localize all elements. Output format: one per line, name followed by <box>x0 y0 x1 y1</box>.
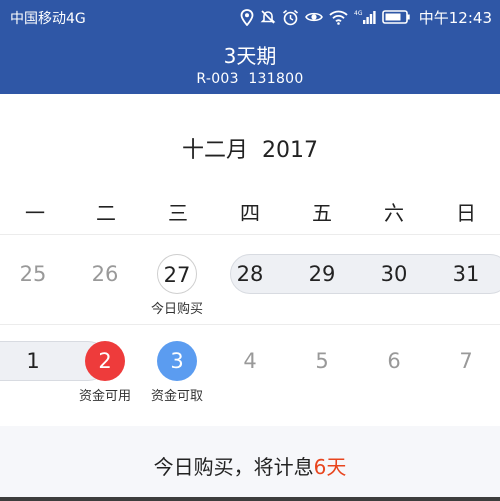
calendar-day[interactable]: 29 <box>286 244 358 304</box>
day-number: 27 <box>157 254 197 294</box>
mute-icon <box>260 10 276 24</box>
weekday-label: 三 <box>168 201 188 225</box>
interest-days: 6天 <box>313 455 347 479</box>
month-title: 十二月 2017 <box>0 132 500 164</box>
calendar-day[interactable]: 5 <box>286 331 358 391</box>
battery-icon <box>381 10 410 24</box>
calendar-day[interactable]: 31 <box>430 244 500 304</box>
day-number: 2 <box>85 341 125 381</box>
location-icon <box>240 8 254 26</box>
bottom-edge <box>0 497 500 501</box>
day-number: 7 <box>459 349 473 373</box>
calendar-day[interactable]: 28 <box>214 244 286 304</box>
day-number: 26 <box>91 262 119 286</box>
weekday-label: 一 <box>25 201 45 225</box>
weekday-label: 日 <box>456 201 476 225</box>
purchase-today-caption: 今日购买 <box>150 302 203 317</box>
calendar-week-2: 1 2 资金可用 3 资金可取 4 5 6 7 <box>0 331 500 404</box>
app-header: 中国移动4G 4G 中午12:43 3天期 R-003 131800 <box>0 0 500 94</box>
month-label: 十二月 <box>181 138 248 163</box>
product-amount: 131800 <box>248 71 304 87</box>
weekday-label: 四 <box>240 201 260 225</box>
calendar-day[interactable]: 4 <box>214 331 286 391</box>
day-number: 5 <box>315 349 329 373</box>
calendar-day[interactable]: 6 <box>358 331 430 391</box>
network-type-label: 4G <box>354 10 363 17</box>
calendar-day[interactable]: 7 <box>430 331 500 391</box>
calendar-day-funds-withdrawable[interactable]: 3 资金可取 <box>141 331 213 404</box>
page-title: 3天期 <box>223 44 277 68</box>
divider <box>0 324 500 325</box>
eye-icon <box>304 12 323 22</box>
status-time: 中午12:43 <box>418 8 492 27</box>
day-number: 29 <box>308 262 336 286</box>
day-number: 30 <box>380 262 408 286</box>
weekday-label: 二 <box>96 201 116 225</box>
day-number: 6 <box>387 349 401 373</box>
interest-summary-text: 今日购买，将计息6天 <box>0 451 500 480</box>
weekday-label: 六 <box>384 201 404 225</box>
divider <box>0 234 500 235</box>
calendar-day[interactable]: 26 <box>69 244 141 304</box>
interest-summary-bar: 今日购买，将计息6天 <box>0 426 500 501</box>
calendar-week-1: 25 26 27 今日购买 28 29 30 31 <box>0 244 500 317</box>
calendar-day-today[interactable]: 27 今日购买 <box>141 244 213 317</box>
day-number: 31 <box>452 262 480 286</box>
funds-withdrawable-caption: 资金可取 <box>150 389 203 404</box>
status-icons: 4G 中午12:43 <box>240 6 492 28</box>
year-label: 2017 <box>262 138 318 163</box>
calendar-day[interactable]: 30 <box>358 244 430 304</box>
calendar-day-funds-available[interactable]: 2 资金可用 <box>69 331 141 404</box>
calendar-day[interactable]: 1 <box>0 331 69 391</box>
day-number: 4 <box>243 349 257 373</box>
day-number: 3 <box>157 341 197 381</box>
product-code: R-003 <box>196 71 239 87</box>
weekday-label: 五 <box>312 201 332 225</box>
wifi-icon <box>329 10 348 25</box>
day-number: 1 <box>26 349 40 373</box>
interest-summary-prefix: 今日购买，将计息 <box>153 455 314 479</box>
carrier-label: 中国移动4G <box>10 11 86 27</box>
alarm-icon <box>282 9 298 25</box>
calendar-day[interactable]: 25 <box>0 244 69 304</box>
status-bar: 中国移动4G 4G 中午12:43 <box>0 0 500 34</box>
signal-icon: 4G <box>354 10 376 24</box>
day-number: 25 <box>19 262 47 286</box>
weekday-header: 一 二 三 四 五 六 日 <box>0 197 500 231</box>
product-subtitle: R-003 131800 <box>0 71 500 87</box>
day-number: 28 <box>236 262 264 286</box>
